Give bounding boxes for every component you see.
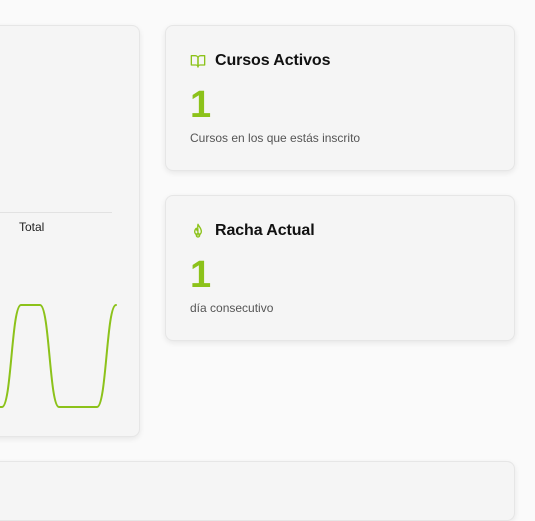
flame-icon [190,223,206,239]
series-line-total [0,304,117,408]
current-streak-value: 1 [190,254,212,296]
bottom-card [0,461,515,521]
current-streak-title: Racha Actual [215,222,315,239]
current-streak-card: Racha Actual 1 día consecutivo [165,195,515,341]
active-courses-title: Cursos Activos [215,52,331,69]
current-streak-description: día consecutivo [190,301,274,315]
line-chart [0,304,117,408]
active-courses-description: Cursos en los que estás inscrito [190,131,361,145]
book-open-icon [190,53,206,69]
active-courses-card: Cursos Activos 1 Cursos en los que estás… [165,25,515,171]
active-courses-value: 1 [190,84,212,126]
activity-chart-card: Total [0,25,140,437]
